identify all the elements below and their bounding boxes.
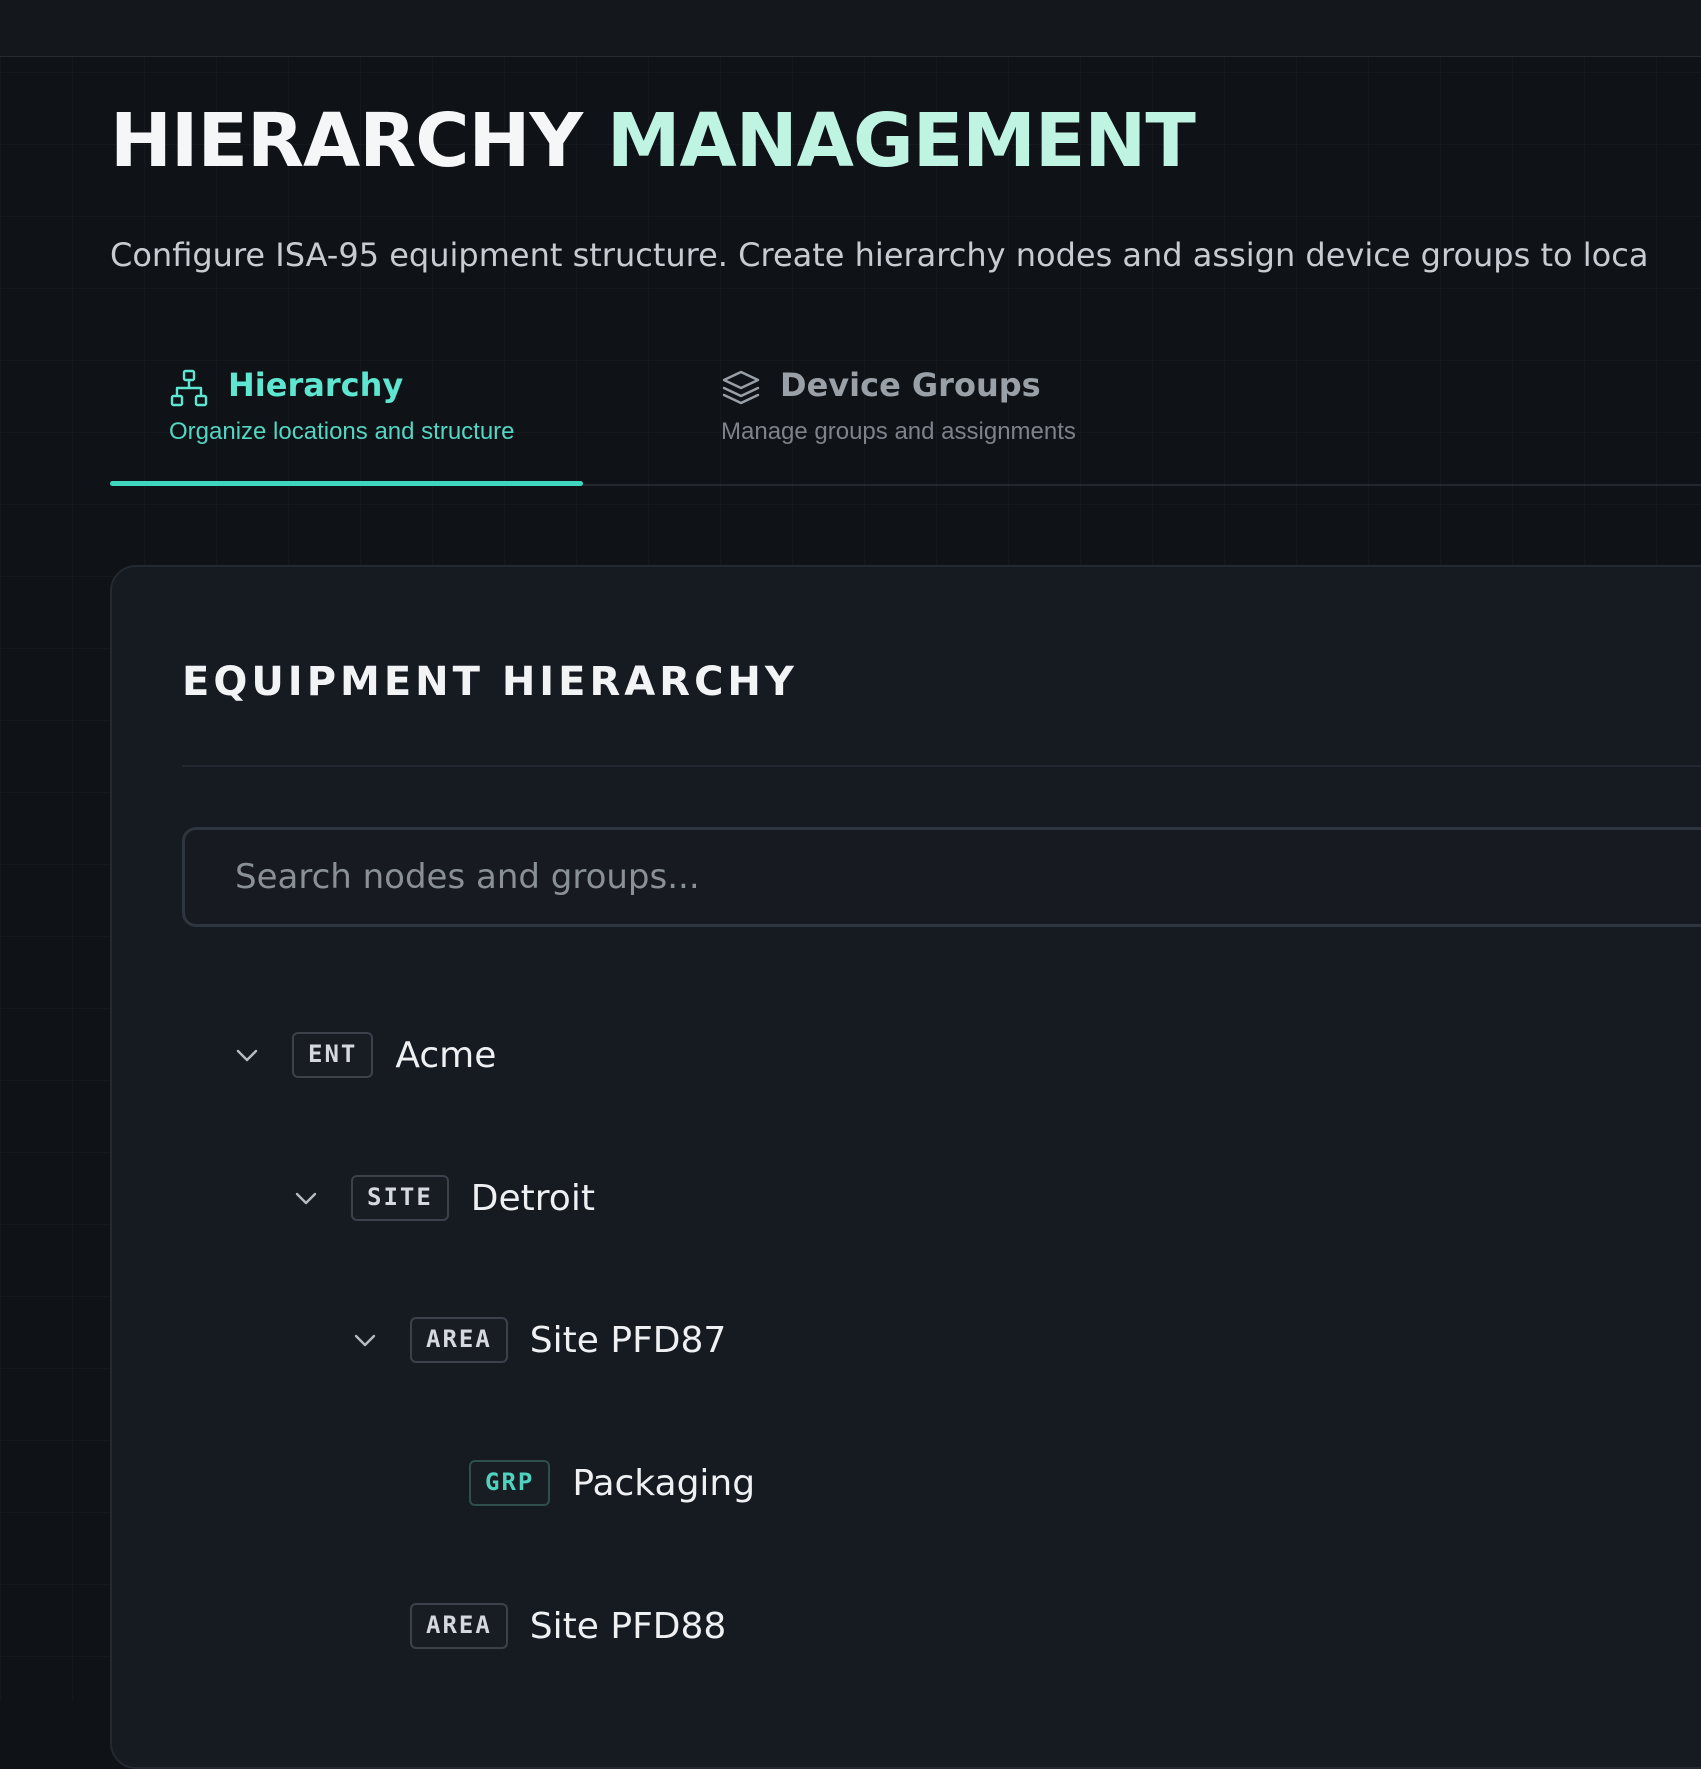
hierarchy-icon — [170, 369, 208, 407]
page-title-part-2: MANAGEMENT — [606, 98, 1196, 184]
panel-title: EQUIPMENT HIERARCHY — [182, 659, 798, 705]
tree-node-site-pfd87[interactable]: AREA Site PFD87 — [352, 1317, 726, 1363]
tree-node-site-pfd88[interactable]: AREA Site PFD88 — [352, 1603, 726, 1649]
tab-hierarchy-subtitle: Organize locations and structure — [169, 418, 515, 445]
node-type-badge: AREA — [410, 1317, 508, 1363]
node-type-badge: AREA — [410, 1603, 508, 1649]
tab-device-groups-label: Device Groups — [780, 366, 1041, 404]
page-title-part-1: HIERARCHY — [110, 98, 583, 184]
node-name: Detroit — [470, 1177, 595, 1219]
tab-device-groups-subtitle: Manage groups and assignments — [721, 418, 1076, 445]
layers-icon — [722, 370, 760, 405]
tree-node-acme[interactable]: ENT Acme — [234, 1032, 496, 1078]
tab-device-groups[interactable]: Device Groups Manage groups and assignme… — [662, 360, 1082, 484]
search-input[interactable] — [182, 827, 1701, 927]
node-name: Acme — [395, 1034, 497, 1076]
node-type-badge: ENT — [292, 1032, 374, 1078]
node-type-badge: SITE — [351, 1175, 449, 1221]
chevron-down-icon[interactable] — [234, 1042, 260, 1068]
panel-divider — [182, 765, 1701, 767]
node-name: Site PFD88 — [529, 1605, 727, 1647]
tree-node-packaging[interactable]: GRP Packaging — [411, 1460, 755, 1506]
chevron-down-icon[interactable] — [352, 1327, 378, 1353]
tab-hierarchy[interactable]: Hierarchy Organize locations and structu… — [110, 360, 583, 486]
tab-hierarchy-label: Hierarchy — [228, 366, 404, 404]
node-name: Packaging — [572, 1462, 756, 1504]
chevron-down-icon[interactable] — [293, 1185, 319, 1211]
page-title: HIERARCHY MANAGEMENT — [110, 104, 1196, 178]
page-subtitle: Configure ISA-95 equipment structure. Cr… — [110, 236, 1649, 274]
tree-node-detroit[interactable]: SITE Detroit — [293, 1175, 595, 1221]
tab-bar: Hierarchy Organize locations and structu… — [110, 360, 1701, 486]
top-bar — [0, 0, 1701, 57]
node-name: Site PFD87 — [529, 1319, 727, 1361]
equipment-hierarchy-panel: EQUIPMENT HIERARCHY ENT Acme SITE Detroi… — [110, 565, 1701, 1769]
node-type-badge: GRP — [469, 1460, 551, 1506]
